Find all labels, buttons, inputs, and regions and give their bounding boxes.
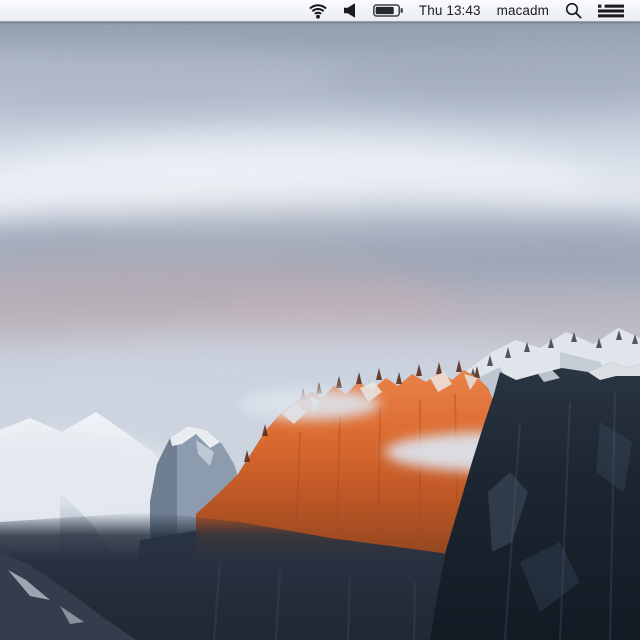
user-menu-extra[interactable]: macadm <box>489 0 557 22</box>
wifi-menu-extra[interactable] <box>300 0 336 22</box>
notification-center-menu-extra[interactable] <box>590 0 632 22</box>
volume-menu-extra[interactable] <box>336 0 365 22</box>
battery-menu-extra[interactable] <box>365 0 411 22</box>
volume-muted-icon <box>344 3 357 18</box>
battery-icon <box>373 4 403 17</box>
spotlight-search-icon <box>565 2 582 19</box>
spotlight-menu-extra[interactable] <box>557 0 590 22</box>
desktop-wallpaper[interactable] <box>0 22 640 640</box>
desktop: Thu 13:43 macadm <box>0 0 640 640</box>
menu-bar: Thu 13:43 macadm <box>0 0 640 22</box>
username-label: macadm <box>497 3 549 18</box>
battery-level-fill <box>376 7 394 14</box>
clock-menu-extra[interactable]: Thu 13:43 <box>411 0 489 22</box>
wifi-icon <box>308 3 328 19</box>
el-capitan-wallpaper-art <box>0 22 640 640</box>
clock-label: Thu 13:43 <box>419 3 481 18</box>
notification-center-icon <box>598 4 624 18</box>
